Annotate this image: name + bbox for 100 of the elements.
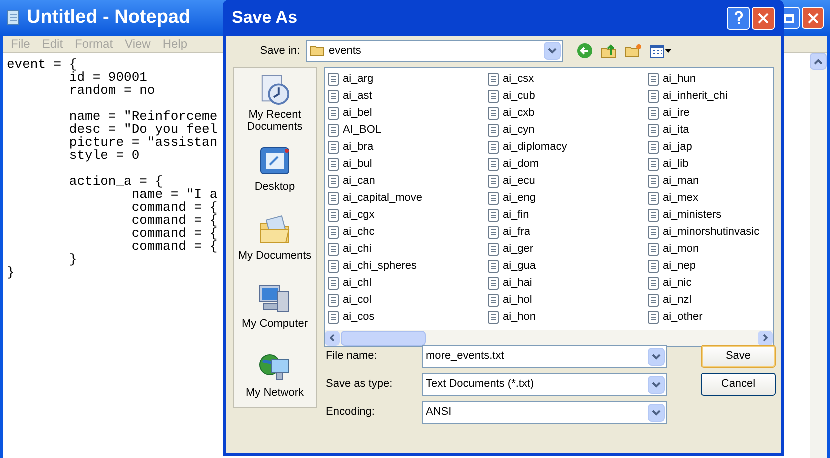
dropdown-button[interactable] — [544, 42, 561, 60]
document-entry[interactable]: ai_nzl — [648, 292, 692, 309]
dropdown-button[interactable] — [648, 348, 665, 366]
dropdown-button[interactable] — [648, 404, 665, 422]
text-file-icon — [328, 175, 339, 188]
close-icon — [758, 12, 769, 24]
new-folder-icon[interactable] — [625, 43, 642, 59]
text-file-icon — [648, 311, 659, 324]
dropdown-button[interactable] — [648, 376, 665, 394]
text-file-icon — [488, 243, 499, 256]
document-entry[interactable]: ai_diplomacy — [488, 139, 568, 156]
text-file-icon — [648, 277, 659, 290]
document-entry[interactable]: ai_inherit_chi — [648, 88, 728, 105]
field-label: Encoding: — [326, 405, 376, 420]
text-file-icon — [328, 124, 339, 137]
question-mark-icon — [734, 11, 744, 25]
document-entry[interactable]: ai_ast — [328, 88, 372, 105]
document-entry[interactable]: ai_cub — [488, 88, 536, 105]
dialog-button[interactable]: Save — [701, 345, 776, 368]
document-entry[interactable]: ai_chc — [328, 224, 375, 241]
scroll-left-button[interactable] — [325, 330, 340, 346]
text-file-icon — [648, 209, 659, 222]
place-item[interactable]: My Network — [234, 350, 316, 407]
document-entry[interactable]: ai_other — [648, 309, 703, 326]
document-entry[interactable]: ai_ecu — [488, 173, 536, 190]
document-entry[interactable]: ai_hol — [488, 292, 532, 309]
text-file-icon — [328, 192, 339, 205]
document-entry[interactable]: ai_man — [648, 173, 700, 190]
text-file-icon — [648, 294, 659, 307]
close-button[interactable] — [752, 6, 775, 30]
text-file-icon — [488, 311, 499, 324]
text-file-icon — [488, 192, 499, 205]
views-menu-button[interactable] — [650, 44, 672, 58]
chevron-down-icon — [652, 382, 661, 388]
document-entry[interactable]: ai_bra — [328, 139, 374, 156]
place-item[interactable]: My Recent Documents — [234, 74, 316, 133]
document-entry[interactable]: ai_nep — [648, 258, 696, 275]
text-file-icon — [488, 158, 499, 171]
up-folder-icon[interactable] — [601, 43, 617, 59]
document-entry[interactable]: ai_mex — [648, 190, 698, 207]
chevron-down-icon — [548, 48, 557, 54]
scroll-thumb[interactable] — [341, 330, 426, 346]
document-entry[interactable]: ai_dom — [488, 156, 540, 173]
save-in-dropdown[interactable]: events — [306, 40, 563, 62]
text-file-icon — [648, 158, 659, 171]
document-entry[interactable]: ai_can — [328, 173, 376, 190]
document-entry[interactable]: ai_ministers — [648, 207, 722, 224]
document-entry[interactable]: ai_cgx — [328, 207, 375, 224]
document-entry[interactable]: ai_ger — [488, 241, 534, 258]
dialog-title: Save As — [232, 7, 298, 30]
text-file-icon — [488, 124, 499, 137]
text-file-icon — [488, 277, 499, 290]
document-entry[interactable]: ai_jap — [648, 139, 692, 156]
document-entry[interactable]: ai_mon — [648, 241, 700, 258]
document-entry[interactable]: ai_capital_move — [328, 190, 422, 207]
save-in-label: Save in: — [259, 44, 301, 59]
text-file-icon — [488, 141, 499, 154]
combo-field[interactable]: Text Documents (*.txt) — [422, 373, 667, 396]
document-entry[interactable]: ai_lib — [648, 156, 689, 173]
document-entry[interactable]: ai_nic — [648, 275, 692, 292]
horizontal-scrollbar[interactable] — [325, 330, 773, 346]
text-file-icon — [328, 277, 339, 290]
chevron-down-icon — [652, 410, 661, 416]
document-entry[interactable]: ai_chi_spheres — [328, 258, 417, 275]
document-entry[interactable]: ai_csx — [488, 71, 534, 88]
close-button[interactable] — [802, 7, 824, 29]
document-entry[interactable]: ai_fin — [488, 207, 530, 224]
document-entry[interactable]: ai_hon — [488, 309, 536, 326]
document-entry[interactable]: ai_arg — [328, 71, 374, 88]
document-entry[interactable]: ai_eng — [488, 190, 536, 207]
scroll-right-button[interactable] — [758, 330, 773, 346]
document-entry[interactable]: ai_ita — [648, 122, 690, 139]
help-button[interactable] — [727, 6, 750, 30]
document-entry[interactable]: ai_chl — [328, 275, 372, 292]
field-label: File name: — [326, 349, 378, 364]
scroll-up-button[interactable] — [810, 53, 827, 70]
place-item[interactable]: My Documents — [234, 214, 316, 270]
document-entry[interactable]: ai_bul — [328, 156, 372, 173]
text-file-icon — [648, 175, 659, 188]
document-entry[interactable]: ai_minorshutinvasic — [648, 224, 760, 241]
document-entry[interactable]: ai_col — [328, 292, 372, 309]
place-item[interactable]: My Computer — [234, 282, 316, 338]
combo-field[interactable]: ANSI — [422, 401, 667, 424]
document-entry[interactable]: ai_cxb — [488, 105, 535, 122]
dialog-button[interactable]: Cancel — [701, 373, 776, 396]
document-entry[interactable]: ai_bel — [328, 105, 372, 122]
text-file-icon — [328, 90, 339, 103]
vertical-scrollbar[interactable] — [810, 53, 827, 458]
document-entry[interactable]: ai_ire — [648, 105, 690, 122]
document-entry[interactable]: ai_cyn — [488, 122, 535, 139]
document-entry[interactable]: ai_hai — [488, 275, 532, 292]
document-entry[interactable]: ai_gua — [488, 258, 536, 275]
document-entry[interactable]: ai_fra — [488, 224, 531, 241]
document-entry[interactable]: ai_cos — [328, 309, 375, 326]
place-item[interactable]: Desktop — [234, 145, 316, 202]
text-file-icon — [648, 226, 659, 239]
document-entry[interactable]: ai_chi — [328, 241, 372, 258]
document-entry[interactable]: AI_BOL — [328, 122, 382, 139]
document-entry[interactable]: ai_hun — [648, 71, 696, 88]
combo-field[interactable]: more_events.txt — [422, 345, 667, 368]
